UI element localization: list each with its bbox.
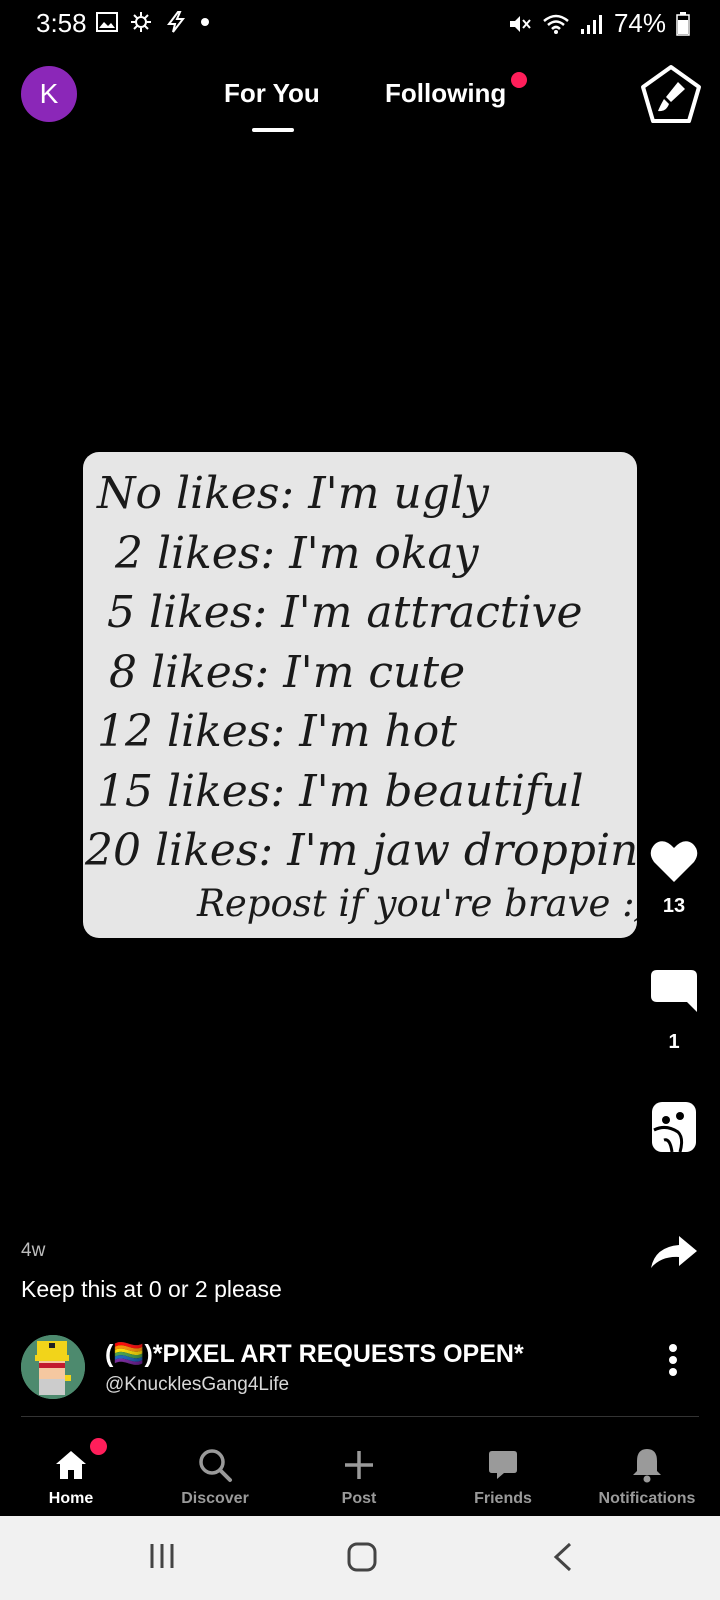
status-system-icons: 74% — [508, 8, 690, 39]
post-image[interactable]: No likes: I'm ugly 2 likes: I'm okay 5 l… — [83, 452, 637, 938]
remix-button[interactable] — [646, 1100, 702, 1159]
nav-label: Friends — [474, 1490, 532, 1507]
remix-icon — [652, 1102, 696, 1153]
comment-button[interactable]: 1 — [646, 968, 702, 1054]
nav-discover[interactable]: Discover — [155, 1420, 275, 1508]
author-avatar[interactable] — [21, 1335, 85, 1399]
recent-apps-button[interactable] — [148, 1542, 176, 1575]
back-button[interactable] — [552, 1542, 574, 1577]
recent-apps-icon — [150, 1544, 174, 1568]
more-options-icon[interactable] — [658, 1340, 688, 1380]
nav-label: Post — [341, 1490, 377, 1507]
meme-line: 20 likes: I'm jaw dropping — [85, 825, 637, 876]
bolt-icon — [167, 11, 186, 33]
heart-icon — [650, 841, 698, 882]
nav-label: Home — [48, 1490, 94, 1507]
home-icon — [56, 1451, 86, 1479]
back-chevron-icon — [553, 1542, 572, 1572]
pixel-character-icon — [21, 1335, 85, 1399]
meme-line: Repost if you're brave :) — [197, 881, 637, 925]
home-circle-icon — [347, 1542, 377, 1572]
signal-icon — [580, 14, 602, 34]
wifi-icon — [543, 14, 569, 34]
search-icon — [199, 1449, 232, 1482]
comment-count: 1 — [668, 1031, 680, 1053]
status-bar: 3:58 74% — [0, 0, 720, 48]
post-caption: Keep this at 0 or 2 please — [21, 1276, 282, 1302]
meme-line: 2 likes: I'm okay — [115, 527, 479, 579]
like-button[interactable]: 13 — [646, 838, 702, 918]
nav-home[interactable]: Home — [11, 1420, 131, 1508]
image-icon — [96, 12, 118, 32]
share-arrow-icon — [651, 1236, 697, 1268]
brush-pentagon-icon — [641, 65, 701, 123]
author-handle[interactable]: @KnucklesGang4Life — [105, 1374, 289, 1396]
plus-icon — [345, 1451, 373, 1479]
meme-line: 12 likes: I'm hot — [97, 706, 457, 757]
nav-label: Discover — [181, 1490, 249, 1507]
comment-bubble-icon — [651, 970, 697, 1012]
status-notification-icons — [96, 10, 210, 34]
active-tab-indicator — [252, 128, 294, 132]
share-button[interactable] — [646, 1234, 702, 1275]
battery-percent: 74% — [613, 8, 666, 38]
battery-icon — [676, 11, 690, 36]
divider — [21, 1416, 699, 1417]
chat-bubble-icon — [489, 1451, 517, 1479]
tab-following[interactable]: Following — [385, 78, 506, 109]
bottom-nav: Home Discover Post Friends Notifications — [0, 1420, 720, 1514]
nav-post[interactable]: Post — [299, 1420, 419, 1508]
tab-for-you[interactable]: For You — [224, 78, 320, 109]
author-display-name[interactable]: (🏳️‍🌈)*PIXEL ART REQUESTS OPEN* — [105, 1340, 524, 1369]
dot-icon — [201, 18, 209, 26]
like-count: 13 — [662, 895, 686, 917]
nav-notifications[interactable]: Notifications — [587, 1420, 707, 1508]
system-nav-bar — [0, 1516, 720, 1600]
gear-icon — [131, 12, 151, 32]
bell-icon — [633, 1449, 661, 1483]
status-time: 3:58 — [36, 8, 87, 38]
post-age: 4w — [21, 1240, 46, 1261]
creator-tools-button[interactable] — [638, 62, 704, 128]
following-badge-dot — [511, 72, 527, 88]
meme-line: 8 likes: I'm cute — [109, 646, 466, 698]
home-badge-dot — [90, 1438, 107, 1455]
profile-avatar[interactable]: K — [21, 66, 77, 122]
meme-line: 5 likes: I'm attractive — [107, 587, 583, 638]
home-system-button[interactable] — [347, 1542, 377, 1577]
nav-friends[interactable]: Friends — [443, 1420, 563, 1508]
mute-icon — [509, 15, 531, 32]
meme-line: No likes: I'm ugly — [97, 468, 489, 519]
meme-line: 15 likes: I'm beautiful — [97, 765, 584, 817]
nav-label: Notifications — [598, 1490, 696, 1507]
